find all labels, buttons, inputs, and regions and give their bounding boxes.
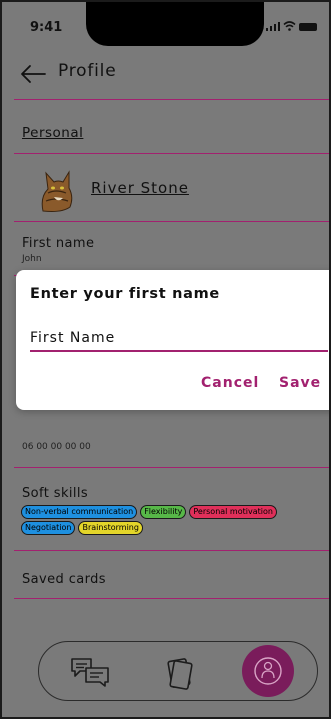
cancel-button[interactable]: Cancel xyxy=(201,375,259,391)
status-bar: 9:41 xyxy=(2,2,329,56)
header: Profile xyxy=(2,52,329,98)
divider xyxy=(14,467,329,468)
first-name-value[interactable]: John xyxy=(22,254,42,264)
bottom-nav xyxy=(38,641,318,701)
phone-value[interactable]: 06 00 00 00 00 xyxy=(22,442,91,452)
chat-bubbles-icon[interactable] xyxy=(69,656,111,688)
notch xyxy=(86,2,264,46)
saved-cards-label[interactable]: Saved cards xyxy=(22,572,106,587)
profile-name-link[interactable]: River Stone xyxy=(91,179,189,197)
nav-profile-button[interactable] xyxy=(242,645,294,697)
skill-chip[interactable]: Negotiation xyxy=(21,521,76,535)
back-arrow-icon[interactable] xyxy=(20,64,46,84)
page-title: Profile xyxy=(58,61,117,81)
cards-icon[interactable] xyxy=(161,653,197,691)
skill-chip[interactable]: Brainstorming xyxy=(78,521,143,535)
dialog-title: Enter your first name xyxy=(30,286,220,302)
divider xyxy=(14,99,329,100)
phone-frame: 9:41 Profile Personal River Stone First … xyxy=(0,0,331,719)
divider xyxy=(14,550,329,551)
divider xyxy=(14,221,329,222)
first-name-input[interactable] xyxy=(30,326,328,352)
signal-icon xyxy=(265,22,280,31)
cat-avatar xyxy=(41,170,73,212)
divider xyxy=(14,153,329,154)
battery-icon xyxy=(299,23,317,31)
status-icons xyxy=(265,21,317,31)
skill-chip[interactable]: Non-verbal communication xyxy=(21,505,138,519)
first-name-label: First name xyxy=(22,236,95,251)
skill-chip[interactable]: Personal motivation xyxy=(189,505,277,519)
soft-skills-label: Soft skills xyxy=(22,486,89,501)
profile-icon xyxy=(254,657,282,685)
first-name-dialog: Enter your first name Cancel Save xyxy=(16,270,329,410)
divider xyxy=(14,598,329,599)
skill-chip[interactable]: Flexibility xyxy=(140,505,187,519)
status-time: 9:41 xyxy=(30,20,63,35)
wifi-icon xyxy=(283,21,296,31)
soft-skills-chips: Non-verbal communication Flexibility Perso… xyxy=(21,505,319,535)
section-personal-label: Personal xyxy=(22,125,84,141)
save-button[interactable]: Save xyxy=(279,375,321,391)
